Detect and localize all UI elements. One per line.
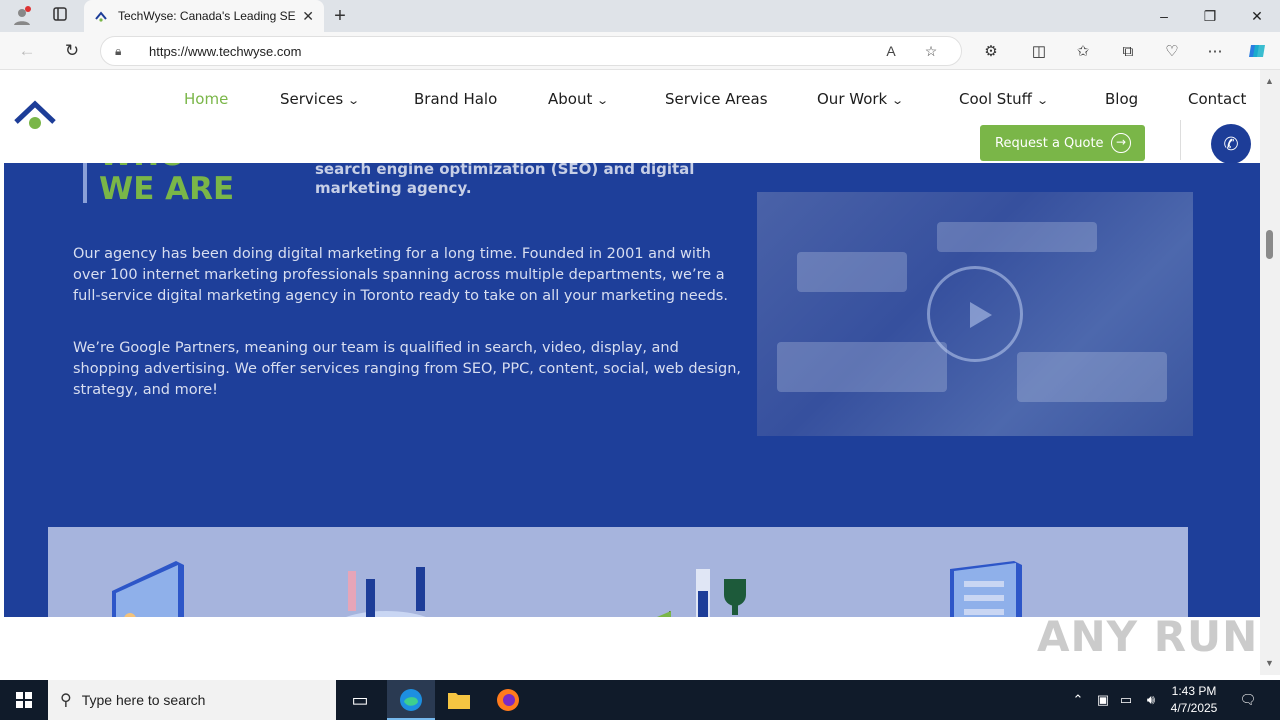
video-thumbnail-detail bbox=[937, 222, 1097, 252]
office-video[interactable] bbox=[757, 192, 1193, 436]
tray-app-icon[interactable]: ▣ bbox=[1093, 680, 1113, 720]
favorite-star-icon[interactable]: ☆ bbox=[921, 43, 941, 60]
file-explorer-icon[interactable] bbox=[435, 680, 483, 720]
section-title-line2: WE ARE bbox=[99, 171, 235, 207]
address-bar[interactable]: 🔒︎ https://www.techwyse.com A ☆ bbox=[100, 36, 962, 66]
nav-our-work[interactable]: Our Work ⌄ bbox=[817, 90, 905, 108]
team-handshake-icon bbox=[328, 561, 448, 617]
video-thumbnail-detail bbox=[1017, 352, 1167, 402]
clock-time: 1:43 PM bbox=[1171, 684, 1217, 698]
phone-icon[interactable]: ✆ bbox=[1211, 124, 1251, 164]
back-icon[interactable]: ← bbox=[16, 40, 38, 62]
windows-start-icon[interactable] bbox=[0, 680, 48, 720]
browser-tab-strip: TechWyse: Canada's Leading SEO ✕ + – ❐ ✕ bbox=[0, 0, 1280, 32]
refresh-icon[interactable]: ↻ bbox=[61, 40, 83, 62]
chevron-down-icon: ⌄ bbox=[596, 94, 610, 107]
show-hidden-icons[interactable]: ⌃ bbox=[1068, 680, 1088, 720]
chevron-down-icon: ⌄ bbox=[891, 94, 905, 107]
nav-brand-halo[interactable]: Brand Halo bbox=[414, 90, 497, 108]
arrow-right-icon: → bbox=[1111, 133, 1131, 153]
nav-service-areas[interactable]: Service Areas bbox=[665, 90, 768, 108]
techwyse-favicon-icon bbox=[94, 9, 108, 23]
scroll-up-icon[interactable]: ▲ bbox=[1265, 76, 1274, 86]
copilot-icon[interactable] bbox=[1246, 41, 1268, 63]
partners-paragraph: We’re Google Partners, meaning our team … bbox=[73, 340, 742, 398]
collections-icon[interactable]: ⧉ bbox=[1117, 41, 1139, 63]
firefox-icon[interactable] bbox=[484, 680, 532, 720]
nav-contact[interactable]: Contact bbox=[1188, 90, 1246, 108]
favorites-icon[interactable]: ✩ bbox=[1072, 41, 1094, 63]
close-window-icon[interactable]: ✕ bbox=[1234, 0, 1280, 32]
restore-icon[interactable]: ❐ bbox=[1187, 0, 1233, 32]
profile-icon[interactable] bbox=[12, 6, 32, 26]
nav-home-label: Home bbox=[184, 90, 229, 108]
taskbar-search-box[interactable]: ⚲ Type here to search bbox=[48, 680, 336, 720]
section-title: WHO WE ARE bbox=[99, 163, 234, 206]
windows-taskbar: ⚲ Type here to search ▭ ⌃ ▣ ▭ 🔊︎ 1:43 PM… bbox=[0, 680, 1280, 720]
edge-browser-icon[interactable] bbox=[387, 680, 435, 720]
video-thumbnail-detail bbox=[777, 342, 947, 392]
tab-title: TechWyse: Canada's Leading SEO bbox=[118, 9, 297, 23]
split-screen-icon[interactable]: ◫ bbox=[1028, 41, 1050, 63]
nav-home[interactable]: Home bbox=[184, 90, 228, 108]
read-aloud-icon[interactable]: A bbox=[881, 43, 901, 59]
minimize-icon[interactable]: – bbox=[1141, 0, 1187, 32]
clock-date: 4/7/2025 bbox=[1170, 701, 1218, 715]
more-menu-icon[interactable]: ⋯ bbox=[1204, 41, 1226, 63]
services-illustration-panel: ★★★ bbox=[48, 527, 1188, 617]
nav-brand-halo-label: Brand Halo bbox=[414, 90, 498, 108]
active-browser-tab[interactable]: TechWyse: Canada's Leading SEO ✕ bbox=[84, 0, 324, 32]
close-tab-icon[interactable]: ✕ bbox=[302, 8, 314, 25]
taskbar-search-placeholder: Type here to search bbox=[81, 692, 206, 708]
nav-service-areas-label: Service Areas bbox=[665, 90, 768, 108]
task-view-icon[interactable]: ▭ bbox=[336, 680, 384, 720]
section-subtitle: search engine optimization (SEO) and dig… bbox=[315, 163, 695, 197]
scroll-down-icon[interactable]: ▼ bbox=[1265, 658, 1274, 668]
title-accent-bar bbox=[83, 163, 87, 203]
anyrun-watermark: ANY RUN bbox=[1037, 612, 1259, 661]
tab-actions-icon[interactable] bbox=[50, 6, 70, 26]
performance-icon[interactable]: ♡ bbox=[1161, 41, 1183, 63]
network-icon[interactable]: ▭ bbox=[1116, 680, 1136, 720]
review-card-icon: ★★★ bbox=[106, 561, 190, 617]
nav-services[interactable]: Services ⌄ bbox=[280, 90, 361, 108]
who-we-are-section: WHO WE ARE search engine optimization (S… bbox=[4, 163, 1260, 617]
lock-icon: 🔒︎ bbox=[115, 43, 122, 58]
search-icon: ⚲ bbox=[60, 692, 72, 709]
page-scrollbar[interactable]: ▲ ▼ bbox=[1260, 70, 1280, 675]
trophy-goal-icon bbox=[652, 561, 752, 617]
nav-about[interactable]: About ⌄ bbox=[548, 90, 610, 108]
nav-cool-stuff[interactable]: Cool Stuff ⌄ bbox=[959, 90, 1050, 108]
taskbar-clock[interactable]: 1:43 PM 4/7/2025 bbox=[1166, 683, 1222, 717]
notifications-icon[interactable]: 🗨︎ bbox=[1236, 680, 1260, 720]
scrollbar-thumb[interactable] bbox=[1266, 230, 1273, 259]
header-divider bbox=[1180, 120, 1181, 160]
nav-services-label: Services bbox=[280, 90, 344, 108]
nav-blog-label: Blog bbox=[1105, 90, 1139, 108]
url-text[interactable]: https://www.techwyse.com bbox=[149, 44, 881, 59]
nav-blog[interactable]: Blog bbox=[1105, 90, 1138, 108]
nav-cool-stuff-label: Cool Stuff bbox=[959, 90, 1033, 108]
nav-about-label: About bbox=[548, 90, 593, 108]
volume-icon[interactable]: 🔊︎ bbox=[1140, 680, 1162, 720]
chevron-down-icon: ⌄ bbox=[347, 94, 361, 107]
request-quote-button[interactable]: Request a Quote → bbox=[980, 125, 1145, 161]
techwyse-logo[interactable] bbox=[14, 100, 58, 137]
video-thumbnail-detail bbox=[797, 252, 907, 292]
document-list-icon bbox=[944, 561, 1028, 617]
chevron-down-icon: ⌄ bbox=[1036, 94, 1050, 107]
site-header: Home Services ⌄ Brand Halo About ⌄ Service… bbox=[4, 70, 1260, 164]
new-tab-icon[interactable]: + bbox=[330, 6, 350, 26]
nav-our-work-label: Our Work bbox=[817, 90, 888, 108]
browser-toolbar: ← ↻ 🔒︎ https://www.techwyse.com A ☆ ⚙ ◫ … bbox=[0, 32, 1280, 70]
intro-paragraph: Our agency has been doing digital market… bbox=[73, 246, 728, 304]
nav-contact-label: Contact bbox=[1188, 90, 1247, 108]
extensions-icon[interactable]: ⚙ bbox=[980, 41, 1002, 63]
play-icon[interactable] bbox=[927, 266, 1023, 362]
request-quote-label: Request a Quote bbox=[995, 135, 1104, 151]
